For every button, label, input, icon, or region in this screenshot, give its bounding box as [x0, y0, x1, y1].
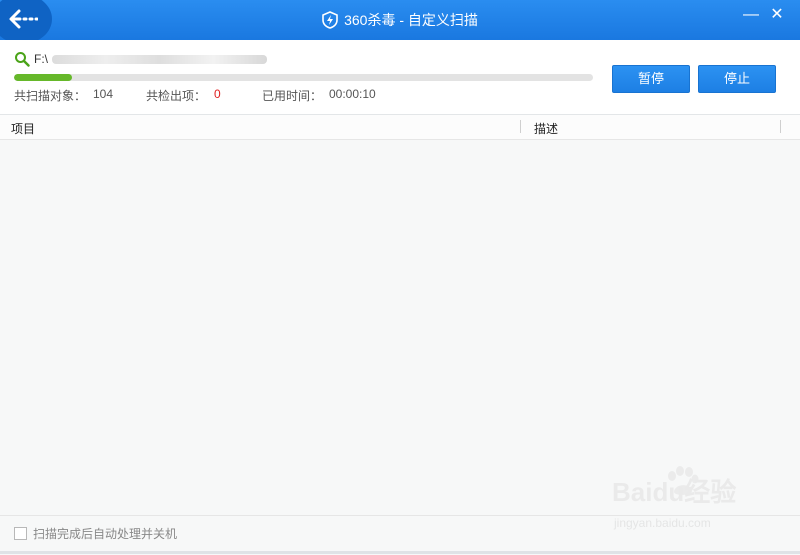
stop-button[interactable]: 停止	[698, 65, 776, 93]
table-header: 项目 描述	[0, 115, 800, 140]
pause-button[interactable]: 暂停	[612, 65, 690, 93]
time-value: 00:00:10	[329, 87, 376, 101]
back-button[interactable]	[0, 0, 52, 44]
found-value: 0	[214, 87, 221, 101]
path-blur	[52, 54, 267, 64]
watermark-text: Baidu经验	[612, 477, 737, 507]
scan-path-row: F:\	[14, 51, 267, 67]
watermark-url: jingyan.baidu.com	[614, 516, 711, 530]
title-bar: 360杀毒 - 自定义扫描 — ✕	[0, 0, 800, 44]
results-list	[0, 140, 800, 514]
shield-icon	[322, 11, 338, 29]
column-item[interactable]: 项目	[11, 120, 35, 137]
objects-label: 共扫描对象：	[14, 89, 87, 103]
back-arrow-icon	[9, 9, 38, 29]
scan-path: F:\	[34, 52, 48, 66]
baidu-watermark: Baidu经验 jingyan.baidu.com	[612, 466, 782, 536]
found-label: 共检出项：	[146, 89, 207, 103]
progress-bar	[14, 74, 593, 81]
close-button[interactable]: ✕	[766, 4, 788, 26]
auto-shutdown-checkbox[interactable]	[14, 527, 27, 540]
column-divider[interactable]	[520, 120, 521, 133]
window-title: 360杀毒 - 自定义扫描	[344, 12, 478, 28]
objects-value: 104	[93, 87, 114, 101]
column-description[interactable]: 描述	[534, 120, 558, 137]
scan-status-panel: F:\ 共扫描对象： 104 共检出项： 0 已用时间： 00:00:10 暂停…	[0, 40, 800, 115]
time-label: 已用时间：	[262, 89, 323, 103]
auto-shutdown-option[interactable]: 扫描完成后自动处理并关机	[14, 525, 177, 542]
auto-shutdown-label: 扫描完成后自动处理并关机	[33, 527, 178, 541]
column-divider[interactable]	[780, 120, 781, 133]
progress-fill	[14, 74, 72, 81]
search-icon	[15, 52, 30, 67]
minimize-button[interactable]: —	[740, 4, 762, 26]
